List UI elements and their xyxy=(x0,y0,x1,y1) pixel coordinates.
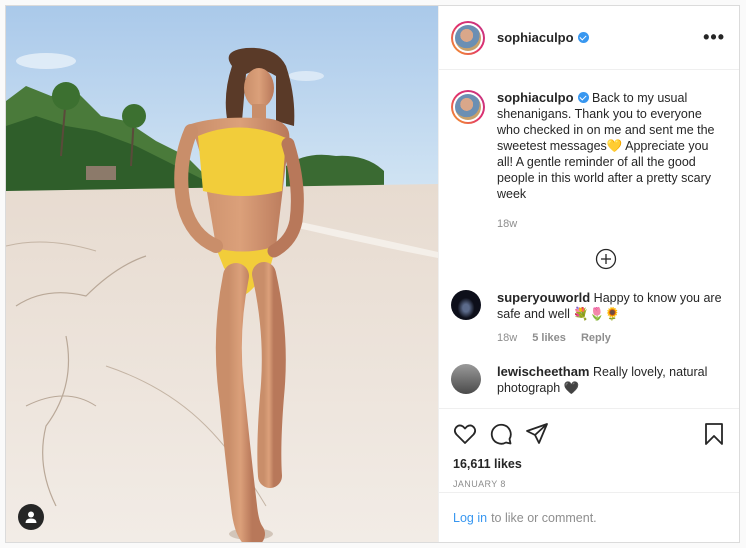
list-item: lewischeetham Really lovely, natural pho… xyxy=(451,364,725,396)
comment-username[interactable]: superyouworld xyxy=(497,290,590,305)
heart-icon[interactable] xyxy=(453,422,477,446)
post-header: sophiaculpo ••• xyxy=(439,6,739,70)
likes-count[interactable]: 16,611 likes xyxy=(453,457,725,471)
caption-avatar[interactable] xyxy=(451,90,485,124)
verified-icon xyxy=(577,92,589,103)
bookmark-icon[interactable] xyxy=(703,422,725,446)
more-options-icon[interactable]: ••• xyxy=(703,27,725,48)
login-link[interactable]: Log in xyxy=(453,511,487,525)
list-item: superyouworld Happy to know you are safe… xyxy=(451,290,725,344)
user-tag-icon xyxy=(25,511,37,523)
comment-icon[interactable] xyxy=(489,422,513,446)
share-icon[interactable] xyxy=(525,422,549,446)
login-text: to like or comment. xyxy=(491,510,597,525)
comment-time[interactable]: 18w xyxy=(497,332,517,344)
user-tag-button[interactable] xyxy=(18,504,44,530)
load-more-icon xyxy=(595,248,617,270)
login-prompt: Log in to like or comment. xyxy=(439,492,739,542)
avatar[interactable] xyxy=(451,290,481,320)
post-date[interactable]: JANUARY 8 xyxy=(453,479,725,489)
post-photo[interactable] xyxy=(6,6,438,542)
caption-username[interactable]: sophiaculpo xyxy=(497,90,574,105)
caption-time[interactable]: 18w xyxy=(497,218,517,230)
avatar[interactable] xyxy=(451,364,481,394)
comment-username[interactable]: lewischeetham xyxy=(497,364,590,379)
comments-list[interactable]: sophiaculpo Back to my usual shenanigans… xyxy=(439,70,739,408)
post-container: sophiaculpo ••• sophiaculpo Back to my u… xyxy=(5,5,740,543)
author-username[interactable]: sophiaculpo xyxy=(497,30,574,45)
reply-button[interactable]: Reply xyxy=(581,332,611,344)
caption-text: Back to my usual shenanigans. Thank you … xyxy=(497,91,715,201)
post-side-panel: sophiaculpo ••• sophiaculpo Back to my u… xyxy=(438,6,739,542)
beach-photo xyxy=(6,6,438,542)
verified-icon xyxy=(577,32,589,43)
caption: sophiaculpo Back to my usual shenanigans… xyxy=(451,90,725,230)
post-actions: 16,611 likes JANUARY 8 xyxy=(439,408,739,492)
caption-body: sophiaculpo Back to my usual shenanigans… xyxy=(497,90,722,202)
load-more-comments[interactable] xyxy=(487,248,725,270)
comment-likes[interactable]: 5 likes xyxy=(532,332,566,344)
author-avatar[interactable] xyxy=(451,20,485,55)
